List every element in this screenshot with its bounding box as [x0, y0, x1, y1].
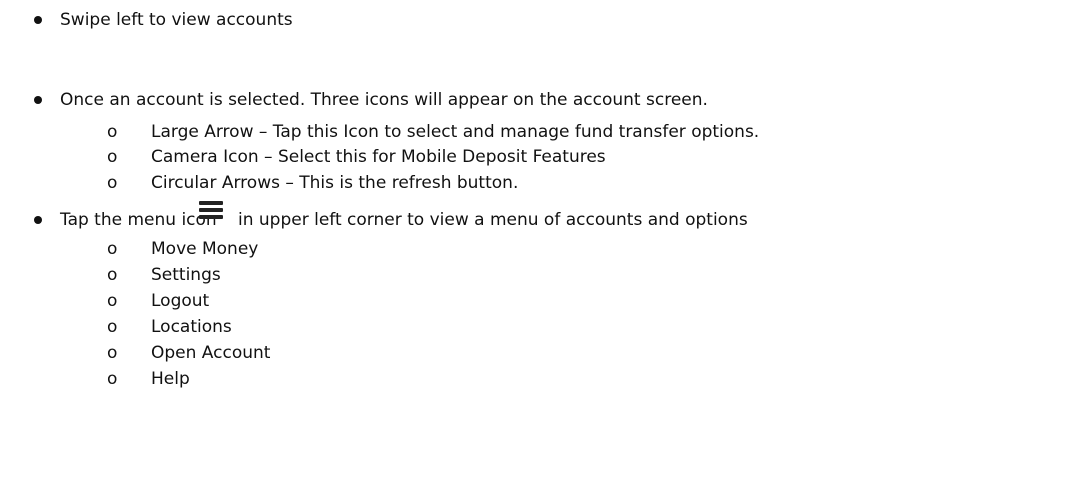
sub-list-item-text: Help [151, 369, 190, 389]
list-item-text: Once an account is selected. Three icons… [60, 90, 708, 110]
list-item-text: Tap the menu icon [60, 210, 217, 230]
sub-bullet-marker: o [107, 369, 118, 389]
sub-list-item-text: Circular Arrows – This is the refresh bu… [151, 173, 519, 193]
bullet-dot [34, 96, 42, 104]
menu-icon [199, 201, 223, 221]
list-item-text: Swipe left to view accounts [60, 10, 293, 30]
sub-bullet-marker: o [107, 173, 118, 193]
bullet-dot [34, 216, 42, 224]
document-page: Swipe left to view accounts Once an acco… [0, 0, 1071, 499]
bullet-dot [34, 16, 42, 24]
list-item-text: in upper left corner to view a menu of a… [238, 210, 748, 230]
